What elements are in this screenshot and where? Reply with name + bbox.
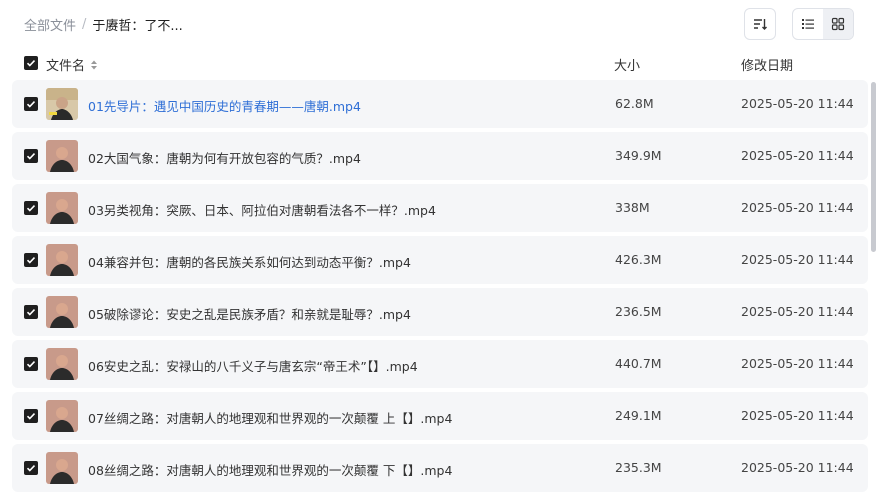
toolbar: 全部文件 / 于赓哲：了不... [0, 0, 878, 48]
video-thumbnail [46, 452, 78, 484]
file-date: 2025-05-20 11:44 [741, 460, 854, 475]
select-all-checkbox[interactable] [24, 56, 38, 70]
checkbox-checked-icon [26, 361, 36, 368]
file-size: 249.1M [615, 408, 662, 423]
row-checkbox[interactable] [24, 201, 38, 215]
file-size: 338M [615, 200, 650, 215]
file-size: 440.7M [615, 356, 662, 371]
list-view-button[interactable] [793, 9, 823, 39]
file-row[interactable]: 04兼容并包：唐朝的各民族关系如何达到动态平衡？.mp4 426.3M 2025… [12, 236, 868, 284]
breadcrumb-root[interactable]: 全部文件 [24, 15, 76, 34]
checkbox-checked-icon [26, 101, 36, 108]
row-checkbox[interactable] [24, 461, 38, 475]
vertical-scrollbar[interactable] [871, 82, 876, 252]
file-row[interactable]: 08丝绸之路：对唐朝人的地理观和世界观的一次颠覆 下【】.mp4 235.3M … [12, 444, 868, 492]
file-row[interactable]: 03另类视角：突厥、日本、阿拉伯对唐朝看法各不一样？.mp4 338M 2025… [12, 184, 868, 232]
column-date-header[interactable]: 修改日期 [741, 55, 793, 74]
grid-view-icon [831, 17, 845, 31]
checkbox-checked-icon [26, 465, 36, 472]
file-row[interactable]: 01先导片：遇见中国历史的青春期——唐朝.mp4 62.8M 2025-05-2… [12, 80, 868, 128]
breadcrumb-separator: / [82, 17, 87, 32]
sort-arrows-icon [91, 60, 98, 69]
video-thumbnail [46, 192, 78, 224]
file-name[interactable]: 05破除谬论：安史之乱是民族矛盾？和亲就是耻辱？.mp4 [88, 304, 411, 323]
file-date: 2025-05-20 11:44 [741, 356, 854, 371]
sort-icon [754, 19, 767, 30]
file-name[interactable]: 03另类视角：突厥、日本、阿拉伯对唐朝看法各不一样？.mp4 [88, 200, 436, 219]
file-size: 62.8M [615, 96, 654, 111]
checkbox-checked-icon [26, 60, 36, 67]
file-name[interactable]: 06安史之乱：安禄山的八千义子与唐玄宗“帝王术”【】.mp4 [88, 356, 418, 375]
checkbox-checked-icon [26, 205, 36, 212]
file-row[interactable]: 06安史之乱：安禄山的八千义子与唐玄宗“帝王术”【】.mp4 440.7M 20… [12, 340, 868, 388]
row-checkbox[interactable] [24, 97, 38, 111]
file-date: 2025-05-20 11:44 [741, 200, 854, 215]
file-date: 2025-05-20 11:44 [741, 148, 854, 163]
checkbox-checked-icon [26, 413, 36, 420]
checkbox-checked-icon [26, 309, 36, 316]
row-checkbox[interactable] [24, 357, 38, 371]
file-name[interactable]: 08丝绸之路：对唐朝人的地理观和世界观的一次颠覆 下【】.mp4 [88, 460, 452, 479]
video-thumbnail [46, 400, 78, 432]
row-checkbox[interactable] [24, 409, 38, 423]
checkbox-checked-icon [26, 257, 36, 264]
sort-button[interactable] [744, 8, 776, 40]
file-row[interactable]: 07丝绸之路：对唐朝人的地理观和世界观的一次颠覆 上【】.mp4 249.1M … [12, 392, 868, 440]
video-thumbnail [46, 244, 78, 276]
breadcrumb-current: 于赓哲：了不... [92, 19, 183, 34]
grid-view-button[interactable] [823, 9, 853, 39]
column-name-label: 文件名 [46, 59, 86, 74]
file-date: 2025-05-20 11:44 [741, 252, 854, 267]
file-date: 2025-05-20 11:44 [741, 96, 854, 111]
video-thumbnail [46, 296, 78, 328]
row-checkbox[interactable] [24, 149, 38, 163]
list-view-icon [802, 19, 814, 29]
file-size: 235.3M [615, 460, 662, 475]
file-name[interactable]: 07丝绸之路：对唐朝人的地理观和世界观的一次颠覆 上【】.mp4 [88, 408, 452, 427]
file-name[interactable]: 02大国气象：唐朝为何有开放包容的气质？.mp4 [88, 148, 361, 167]
row-checkbox[interactable] [24, 305, 38, 319]
file-date: 2025-05-20 11:44 [741, 304, 854, 319]
video-thumbnail [46, 140, 78, 172]
file-row[interactable]: 05破除谬论：安史之乱是民族矛盾？和亲就是耻辱？.mp4 236.5M 2025… [12, 288, 868, 336]
file-size: 349.9M [615, 148, 662, 163]
file-name-link[interactable]: 01先导片：遇见中国历史的青春期——唐朝.mp4 [88, 96, 361, 115]
file-row[interactable]: 02大国气象：唐朝为何有开放包容的气质？.mp4 349.9M 2025-05-… [12, 132, 868, 180]
view-toggle [792, 8, 854, 40]
file-size: 426.3M [615, 252, 662, 267]
video-thumbnail [46, 348, 78, 380]
table-header: 文件名 大小 修改日期 [0, 52, 878, 76]
file-name[interactable]: 04兼容并包：唐朝的各民族关系如何达到动态平衡？.mp4 [88, 252, 411, 271]
checkbox-checked-icon [26, 153, 36, 160]
file-list: 01先导片：遇见中国历史的青春期——唐朝.mp4 62.8M 2025-05-2… [12, 80, 868, 496]
column-size-header[interactable]: 大小 [614, 55, 640, 74]
video-thumbnail [46, 88, 78, 120]
column-name-header[interactable]: 文件名 [46, 55, 99, 74]
file-date: 2025-05-20 11:44 [741, 408, 854, 423]
breadcrumb: 全部文件 / 于赓哲：了不... [24, 15, 183, 34]
row-checkbox[interactable] [24, 253, 38, 267]
file-size: 236.5M [615, 304, 662, 319]
